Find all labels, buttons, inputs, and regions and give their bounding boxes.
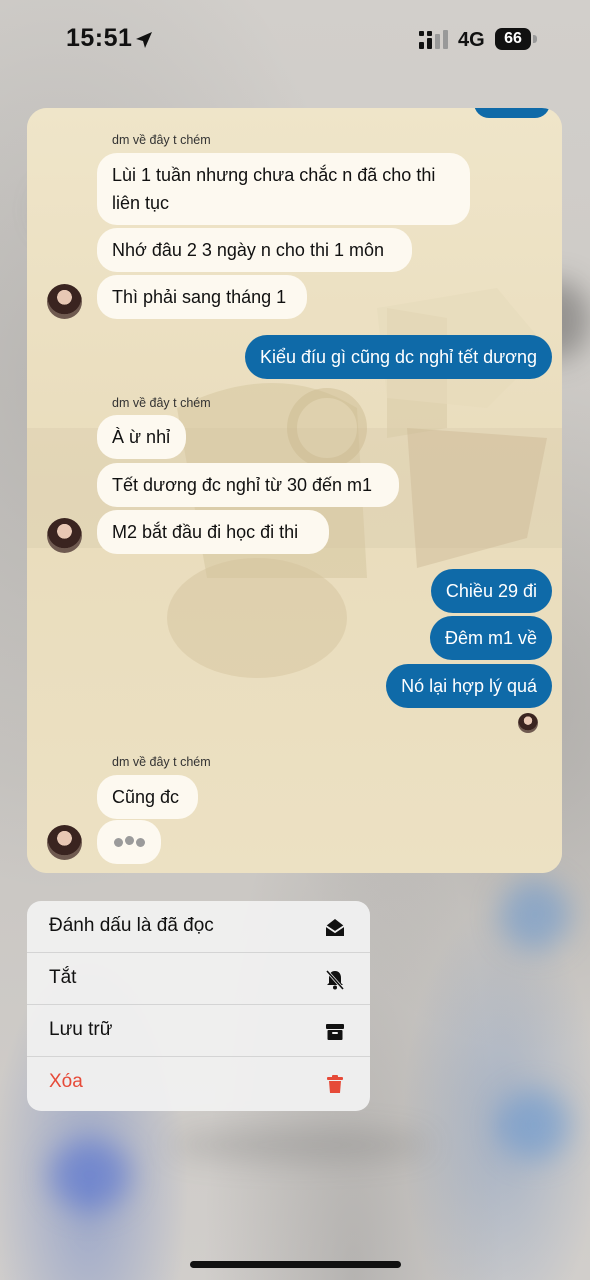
message-bubble-incoming[interactable]: M2 bắt đầu đi học đi thi [97,510,329,554]
message-text: Nó lại hợp lý quá [401,676,537,696]
message-bubble-outgoing[interactable]: Nó lại hợp lý quá [386,664,552,708]
battery-cap [533,35,537,43]
message-text: Cũng đc [112,787,180,807]
message-text: À ừ nhỉ [112,427,171,447]
avatar[interactable] [47,518,82,553]
read-receipt-avatar [518,713,538,733]
message-text: Tết dương đc nghỉ từ 30 đến m1 [112,475,373,495]
status-bar: 15:51 4G 66 [0,0,590,80]
message-bubble-outgoing[interactable]: Chiều 29 đi [430,569,552,613]
menu-item-label: Đánh dấu là đã đọc [49,915,214,936]
chat-preview[interactable]: dm về đây t chém Lùi 1 tuần nhưng chưa c… [27,108,562,873]
message-text: Lùi 1 tuần nhưng chưa chắc n đã cho thi [112,165,436,185]
menu-item-label: Lưu trữ [49,1019,113,1040]
menu-item-label: Xóa [49,1071,83,1092]
message-bubble-incoming[interactable]: Thì phải sang tháng 1 [97,275,307,319]
bell-slash-icon [325,970,345,990]
message-text: liên tục [112,193,170,213]
message-text: Chiều 29 đi [445,581,537,601]
message-bubble-incoming[interactable]: Cũng đc [97,775,198,819]
sender-label: dm về đây t chém [112,755,211,769]
message-text: Kiểu đíu gì cũng dc nghỉ tết dương [259,347,537,367]
menu-item-label: Tắt [49,967,77,988]
message-text: Nhớ đâu 2 3 ngày n cho thi 1 môn [112,240,384,260]
message-bubble-incoming[interactable]: À ừ nhỉ [97,415,186,459]
envelope-open-icon [325,919,345,936]
trash-icon [327,1075,343,1093]
message-text: Đêm m1 về [444,628,537,648]
message-text: Thì phải sang tháng 1 [112,287,287,307]
message-bubble-incoming[interactable]: Tết dương đc nghỉ từ 30 đến m1 [97,463,399,507]
menu-item-mark-as-read[interactable]: Đánh dấu là đã đọc [27,901,370,953]
context-menu: Đánh dấu là đã đọc Tắt Lưu trữ Xóa [27,901,370,1111]
menu-item-archive[interactable]: Lưu trữ [27,1005,370,1057]
message-bubble-outgoing[interactable]: Đêm m1 về [429,616,552,660]
message-bubble-outgoing-partial [474,108,550,118]
location-arrow-icon [136,32,152,48]
battery-level: 66 [495,28,531,50]
avatar[interactable] [47,284,82,319]
home-indicator[interactable] [190,1261,401,1268]
menu-item-mute[interactable]: Tắt [27,953,370,1005]
message-bubble-incoming[interactable]: Nhớ đâu 2 3 ngày n cho thi 1 môn [97,228,412,272]
sender-label: dm về đây t chém [112,133,211,147]
message-bubble-outgoing[interactable]: Kiểu đíu gì cũng dc nghỉ tết dương [244,335,552,379]
message-text: M2 bắt đầu đi học đi thi [112,522,299,542]
network-type: 4G [458,29,485,51]
archive-box-icon [326,1024,344,1040]
sender-label: dm về đây t chém [112,396,211,410]
menu-item-delete[interactable]: Xóa [27,1057,370,1109]
status-time: 15:51 [66,24,133,52]
typing-indicator [97,820,161,864]
avatar[interactable] [47,825,82,860]
message-bubble-incoming[interactable]: Lùi 1 tuần nhưng chưa chắc n đã cho thi … [97,153,470,225]
signal-strength-icon [419,30,448,49]
